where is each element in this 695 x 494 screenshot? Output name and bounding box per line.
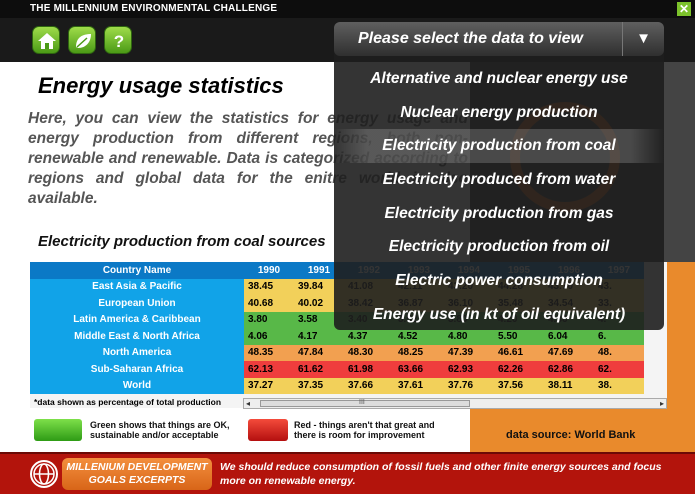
table-row: World 37.27 37.35 37.66 37.61 37.76 37.56 38.11… — [30, 377, 644, 394]
dropdown-header[interactable]: Please select the data to view ▼ — [334, 22, 664, 56]
dropdown-option[interactable]: Electricity production from gas — [334, 197, 664, 231]
value-cell: 61.62 — [294, 361, 344, 378]
legend-green-text: Green shows that things are OK, sustaina… — [90, 420, 230, 440]
globe-icon — [30, 460, 58, 488]
value-cell: 4.06 — [244, 328, 294, 345]
dropdown-option[interactable]: Nuclear energy production — [334, 96, 664, 130]
country-cell: Middle East & North Africa — [30, 328, 244, 345]
country-cell: North America — [30, 344, 244, 361]
help-button[interactable]: ? — [104, 26, 132, 54]
mdg-text: We should reduce consumption of fossil f… — [220, 461, 662, 487]
value-cell: 48.25 — [394, 344, 444, 361]
value-cell: 48. — [594, 344, 644, 361]
value-cell: 37.61 — [394, 377, 444, 394]
value-cell: 38.11 — [544, 377, 594, 394]
value-cell: 37.76 — [444, 377, 494, 394]
legend-red-swatch — [248, 419, 288, 441]
column-header-year: 1990 — [244, 262, 294, 279]
country-cell: Latin America & Caribbean — [30, 311, 244, 328]
value-cell: 48.35 — [244, 344, 294, 361]
country-cell: World — [30, 377, 244, 394]
page-title: Energy usage statistics — [38, 73, 284, 98]
value-cell: 61.98 — [344, 361, 394, 378]
value-cell: 38. — [594, 377, 644, 394]
dropdown-option-selected[interactable]: Electricity production from coal — [334, 129, 664, 164]
scroll-grip: III — [359, 399, 365, 406]
country-cell: East Asia & Pacific — [30, 278, 244, 295]
legend-red-text: Red - things aren't that great and there… — [294, 420, 435, 440]
value-cell: 47.69 — [544, 344, 594, 361]
dropdown-option[interactable]: Alternative and nuclear energy use — [334, 62, 664, 96]
value-cell: 63.66 — [394, 361, 444, 378]
leaf-icon — [76, 34, 91, 48]
table-title: Electricity production from coal sources — [38, 233, 326, 250]
value-cell: 62.86 — [544, 361, 594, 378]
value-cell: 37.56 — [494, 377, 544, 394]
value-cell: 62.26 — [494, 361, 544, 378]
table-row: Sub-Saharan Africa 62.13 61.62 61.98 63.66 62… — [30, 361, 644, 378]
value-cell: 62.13 — [244, 361, 294, 378]
dropdown-option[interactable]: Energy use (in kt of oil equivalent) — [334, 298, 664, 332]
value-cell: 38.45 — [244, 278, 294, 295]
horizontal-scrollbar[interactable]: ◂ III ▸ — [243, 398, 667, 409]
table-footnote: *data shown as percentage of total produ… — [34, 397, 222, 407]
value-cell: 47.39 — [444, 344, 494, 361]
chevron-down-icon[interactable]: ▼ — [622, 22, 664, 56]
dropdown-option[interactable]: Electricity produced from water — [334, 163, 664, 197]
value-cell: 37.66 — [344, 377, 394, 394]
close-icon[interactable]: ✕ — [677, 2, 691, 16]
dropdown-option[interactable]: Electric power consumption — [334, 264, 664, 298]
help-icon: ? — [114, 32, 124, 51]
value-cell: 62.93 — [444, 361, 494, 378]
legend-green-swatch — [34, 419, 82, 441]
column-header-country: Country Name — [30, 262, 244, 279]
app-title: THE MILLENNIUM ENVIRONMENTAL CHALLENGE — [30, 3, 278, 14]
scroll-left-icon[interactable]: ◂ — [246, 399, 250, 408]
scroll-right-icon[interactable]: ▸ — [660, 399, 664, 408]
value-cell: 46.61 — [494, 344, 544, 361]
value-cell: 48.30 — [344, 344, 394, 361]
svg-text:?: ? — [114, 32, 124, 51]
value-cell: 40.68 — [244, 295, 294, 312]
value-cell: 3.80 — [244, 311, 294, 328]
dropdown-placeholder[interactable]: Please select the data to view — [358, 30, 583, 48]
dropdown-options: Alternative and nuclear energy use Nucle… — [334, 62, 664, 332]
mdg-label: MILLENIUM DEVELOPMENT GOALS EXCERPTS — [62, 458, 212, 490]
value-cell: 47.84 — [294, 344, 344, 361]
value-cell: 37.35 — [294, 377, 344, 394]
country-cell: European Union — [30, 295, 244, 312]
table-row: North America 48.35 47.84 48.30 48.25 47.39 46… — [30, 344, 644, 361]
data-source-label: data source: World Bank — [506, 429, 636, 441]
scrollbar-thumb[interactable]: III — [260, 399, 470, 407]
value-cell: 62. — [594, 361, 644, 378]
title-bar: THE MILLENNIUM ENVIRONMENTAL CHALLENGE ✕ — [0, 0, 695, 18]
country-cell: Sub-Saharan Africa — [30, 361, 244, 378]
leaf-button[interactable] — [68, 26, 96, 54]
home-button[interactable] — [32, 26, 60, 54]
dropdown-option[interactable]: Electricity production from oil — [334, 230, 664, 264]
mdg-bar: MILLENIUM DEVELOPMENT GOALS EXCERPTS We … — [0, 452, 695, 494]
value-cell: 37.27 — [244, 377, 294, 394]
home-icon — [38, 33, 56, 49]
data-select-dropdown[interactable]: Please select the data to view ▼ Alterna… — [334, 22, 664, 330]
